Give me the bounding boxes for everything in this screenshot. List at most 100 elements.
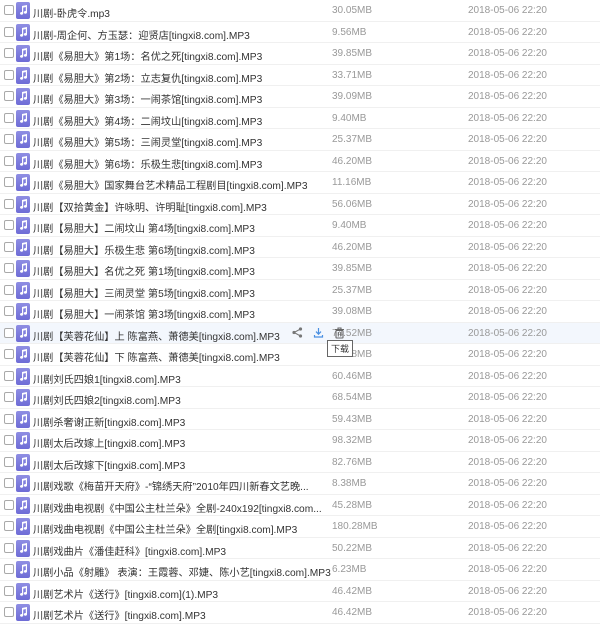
trash-icon[interactable] <box>332 326 346 340</box>
file-row[interactable]: 川剧戏曲电视剧《中国公主杜兰朵》全剧-240x192[tingxi8.com..… <box>0 495 600 516</box>
row-checkbox[interactable] <box>4 69 14 80</box>
row-checkbox[interactable] <box>4 542 14 553</box>
row-checkbox[interactable] <box>4 263 14 273</box>
file-row[interactable]: 川剧【易胆大】二闹坟山 第4场[tingxi8.com].MP3 9.40MB 20… <box>0 215 600 237</box>
file-name[interactable]: 川剧太后改嫁上[tingxi8.com].MP3 <box>33 435 185 450</box>
file-row[interactable]: 川剧杀奢谢正新[tingxi8.com].MP3 59.43MB 2018-05-0… <box>0 409 600 430</box>
file-size: 46.42MB <box>332 607 373 618</box>
file-row[interactable]: 川剧艺术片《送行》[tingxi8.com].MP3 46.42MB 2018-05… <box>0 602 600 624</box>
file-row[interactable]: 川剧太后改嫁上[tingxi8.com].MP3 98.32MB 2018-05-0… <box>0 430 600 452</box>
file-name[interactable]: 川剧《易胆大》第2场：立志复仇[tingxi8.com].MP3 <box>33 70 262 85</box>
file-row[interactable]: 川剧【芙蓉花仙】下 陈富燕、萧德美[tingxi8.com].MP375.68M… <box>0 344 600 366</box>
row-checkbox[interactable] <box>4 306 14 316</box>
file-row[interactable]: 川剧【易胆大】乐极生悲 第6场[tingxi8.com].MP3 46.20MB 2… <box>0 237 600 258</box>
row-checkbox[interactable] <box>4 435 14 445</box>
file-name[interactable]: 川剧戏曲电视剧《中国公主杜兰朵》全剧-240x192[tingxi8.com..… <box>33 500 322 515</box>
file-name[interactable]: 川剧-周企何、方玉瑟：迎贤店[tingxi8.com].MP3 <box>33 27 250 42</box>
row-checkbox[interactable] <box>4 392 14 402</box>
file-name[interactable]: 川剧【易胆大】乐极生悲 第6场[tingxi8.com].MP3 <box>33 242 255 257</box>
file-row[interactable]: 川剧《易胆大》第6场：乐极生悲[tingxi8.com].MP3 46.20MB 2… <box>0 151 600 172</box>
row-checkbox[interactable] <box>4 284 14 295</box>
file-name[interactable]: 川剧艺术片《送行》[tingxi8.com].MP3 <box>33 607 206 622</box>
file-list: 川剧-卧虎令.mp3 30.05MB 2018-05-06 22:20 川剧-周企何、… <box>0 0 600 624</box>
file-name[interactable]: 川剧艺术片《送行》[tingxi8.com](1).MP3 <box>33 586 218 601</box>
file-name[interactable]: 川剧小品《射雕》 表演：王霞蓉、邓婕、陈小艺[tingxi8.com].MP3 <box>33 564 331 579</box>
row-checkbox[interactable] <box>4 585 14 596</box>
row-checkbox[interactable] <box>4 349 14 359</box>
row-checkbox[interactable] <box>4 607 14 617</box>
file-date: 2018-05-06 22:20 <box>468 5 547 16</box>
file-name[interactable]: 川剧戏歌《梅苗开天府》-“锦绣天府”2010年四川新春文艺晚... <box>33 478 309 493</box>
file-row[interactable]: 川剧【易胆大】名优之死 第1场[tingxi8.com].MP3 39.85MB 2… <box>0 258 600 280</box>
download-icon[interactable] <box>311 326 325 340</box>
row-checkbox[interactable] <box>4 5 14 15</box>
file-row[interactable]: 川剧-卧虎令.mp3 30.05MB 2018-05-06 22:20 <box>0 0 600 22</box>
row-checkbox[interactable] <box>4 456 14 467</box>
file-name[interactable]: 川剧《易胆大》第4场：二闹坟山[tingxi8.com].MP3 <box>33 113 262 128</box>
file-name[interactable]: 川剧【芙蓉花仙】上 陈富燕、萧德美[tingxi8.com].MP3 <box>33 328 280 343</box>
file-name[interactable]: 川剧刘氏四娘2[tingxi8.com].MP3 <box>33 392 181 407</box>
row-checkbox[interactable] <box>4 499 14 510</box>
share-icon[interactable] <box>290 326 304 340</box>
file-name[interactable]: 川剧《易胆大》第5场：三闹灵堂[tingxi8.com].MP3 <box>33 134 262 149</box>
file-name[interactable]: 川剧【易胆大】名优之死 第1场[tingxi8.com].MP3 <box>33 263 255 278</box>
row-checkbox[interactable] <box>4 134 14 144</box>
file-row[interactable]: 川剧小品《射雕》 表演：王霞蓉、邓婕、陈小艺[tingxi8.com].MP3 6… <box>0 559 600 581</box>
file-size: 25.37MB <box>332 284 373 296</box>
row-checkbox[interactable] <box>4 220 14 230</box>
file-name[interactable]: 川剧【易胆大】二闹坟山 第4场[tingxi8.com].MP3 <box>33 220 255 235</box>
file-name[interactable]: 川剧【芙蓉花仙】下 陈富燕、萧德美[tingxi8.com].MP3 <box>33 349 280 364</box>
file-name[interactable]: 川剧戏曲片《潘佳赶科》[tingxi8.com].MP3 <box>33 543 226 558</box>
row-checkbox[interactable] <box>4 112 14 123</box>
file-row[interactable]: 川剧《易胆大》国家舞台艺术精品工程剧目[tingxi8.com].MP3 11.1… <box>0 172 600 194</box>
row-checkbox[interactable] <box>4 48 14 58</box>
file-name[interactable]: 川剧《易胆大》国家舞台艺术精品工程剧目[tingxi8.com].MP3 <box>33 177 308 192</box>
audio-file-icon <box>16 66 30 84</box>
file-name[interactable]: 川剧《易胆大》第6场：乐极生悲[tingxi8.com].MP3 <box>33 156 262 171</box>
file-name[interactable]: 川剧《易胆大》第3场：一闹茶馆[tingxi8.com].MP3 <box>33 91 262 106</box>
row-checkbox[interactable] <box>4 198 14 209</box>
file-row[interactable]: 川剧《易胆大》第3场：一闹茶馆[tingxi8.com].MP3 39.09MB 2… <box>0 86 600 108</box>
row-checkbox[interactable] <box>4 478 14 488</box>
file-size: 45.28MB <box>332 499 373 511</box>
row-checkbox[interactable] <box>4 91 14 101</box>
file-row[interactable]: 川剧【双拾黄金】许咏明、许明耻[tingxi8.com].MP3 56.06MB 2… <box>0 194 600 215</box>
file-row[interactable]: 川剧《易胆大》第2场：立志复仇[tingxi8.com].MP3 33.71MB 2… <box>0 65 600 86</box>
file-name[interactable]: 川剧戏曲电视剧《中国公主杜兰朵》全剧[tingxi8.com].MP3 <box>33 521 297 536</box>
row-checkbox[interactable] <box>4 413 14 424</box>
file-row[interactable]: 川剧戏歌《梅苗开天府》-“锦绣天府”2010年四川新春文艺晚... 8.38MB 2… <box>0 473 600 495</box>
file-row[interactable]: 川剧【易胆大】一闹茶馆 第3场[tingxi8.com].MP3 39.08MB 2… <box>0 301 600 323</box>
file-row[interactable]: 川剧《易胆大》第4场：二闹坟山[tingxi8.com].MP3 9.40MB 20… <box>0 108 600 129</box>
file-size: 59.43MB <box>332 413 373 425</box>
row-checkbox[interactable] <box>4 26 14 37</box>
file-row[interactable]: 川剧太后改嫁下[tingxi8.com].MP3 82.76MB 2018-05-0… <box>0 452 600 473</box>
file-row[interactable]: 川剧刘氏四娘2[tingxi8.com].MP3 68.54MB 2018-05-0… <box>0 387 600 409</box>
file-date: 2018-05-06 22:20 <box>468 306 547 317</box>
row-checkbox[interactable] <box>4 564 14 574</box>
file-row[interactable]: 川剧刘氏四娘1[tingxi8.com].MP3 60.46MB 2018-05-0… <box>0 366 600 387</box>
file-row[interactable]: 川剧戏曲片《潘佳赶科》[tingxi8.com].MP3 50.22MB 2018-… <box>0 538 600 559</box>
file-name[interactable]: 川剧《易胆大》第1场：名优之死[tingxi8.com].MP3 <box>33 48 262 63</box>
row-checkbox[interactable] <box>4 241 14 252</box>
row-checkbox[interactable] <box>4 155 14 166</box>
file-row[interactable]: 川剧《易胆大》第1场：名优之死[tingxi8.com].MP3 39.85MB 2… <box>0 43 600 65</box>
file-row[interactable]: 川剧《易胆大》第5场：三闹灵堂[tingxi8.com].MP3 25.37MB 2… <box>0 129 600 151</box>
file-row[interactable]: 川剧【芙蓉花仙】上 陈富燕、萧德美[tingxi8.com].MP3 74.52M… <box>0 322 600 344</box>
file-name[interactable]: 川剧-卧虎令.mp3 <box>33 5 110 20</box>
file-name[interactable]: 川剧【双拾黄金】许咏明、许明耻[tingxi8.com].MP3 <box>33 199 267 214</box>
file-row[interactable]: 川剧-周企何、方玉瑟：迎贤店[tingxi8.com].MP3 9.56MB 201… <box>0 22 600 43</box>
audio-file-icon <box>16 195 30 213</box>
row-checkbox[interactable] <box>4 177 14 187</box>
file-row[interactable]: 川剧艺术片《送行》[tingxi8.com](1).MP3 46.42MB 2018… <box>0 581 600 602</box>
row-checkbox[interactable] <box>4 370 14 381</box>
file-row[interactable]: 川剧【易胆大】三闹灵堂 第5场[tingxi8.com].MP3 25.37MB 2… <box>0 280 600 301</box>
row-checkbox[interactable] <box>4 521 14 531</box>
row-checkbox[interactable] <box>4 327 14 338</box>
file-name[interactable]: 川剧刘氏四娘1[tingxi8.com].MP3 <box>33 371 181 386</box>
file-name[interactable]: 川剧太后改嫁下[tingxi8.com].MP3 <box>33 457 185 472</box>
file-date: 2018-05-06 22:20 <box>468 91 547 102</box>
file-name[interactable]: 川剧杀奢谢正新[tingxi8.com].MP3 <box>33 414 185 429</box>
file-name[interactable]: 川剧【易胆大】一闹茶馆 第3场[tingxi8.com].MP3 <box>33 306 255 321</box>
file-row[interactable]: 川剧戏曲电视剧《中国公主杜兰朵》全剧[tingxi8.com].MP3 180.2… <box>0 516 600 538</box>
file-name[interactable]: 川剧【易胆大】三闹灵堂 第5场[tingxi8.com].MP3 <box>33 285 255 300</box>
